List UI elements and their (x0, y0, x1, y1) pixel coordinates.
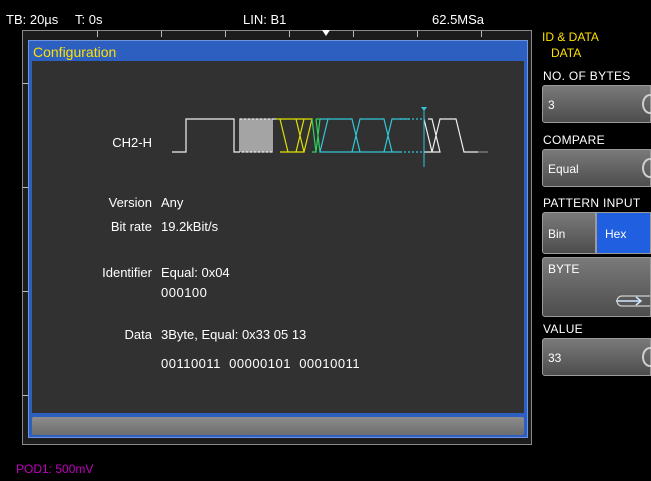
bitrate-value: 19.2kBit/s (161, 219, 219, 234)
waveform-sync-pulses (239, 118, 276, 153)
waveform-data-bytes (319, 118, 410, 153)
version-value: Any (161, 195, 184, 210)
status-bar: TB: 20µs T: 0s LIN: B1 62.5MSa (0, 0, 540, 28)
version-label: Version (108, 195, 152, 210)
timebase-readout[interactable]: TB: 20µs (6, 12, 58, 27)
value-value: 33 (548, 351, 562, 365)
arrow-right-loop-icon (616, 295, 650, 307)
softkey-sidebar: ID & DATA DATA NO. OF BYTES 3 COMPARE Eq… (540, 0, 651, 481)
dialog-footer-bar (32, 417, 524, 435)
pattern-bin-label: Bin (548, 227, 566, 241)
grid-tick (289, 31, 290, 37)
byte-button[interactable]: BYTE (542, 257, 651, 317)
waveform-crc-field (311, 118, 321, 153)
dialog-title: Configuration (33, 44, 117, 60)
grid-tick (97, 31, 98, 37)
data-label: Data (124, 327, 152, 342)
identifier-value: Equal: 0x04 (161, 265, 230, 280)
waveform-end (423, 118, 478, 153)
waveform-data-dotted (400, 118, 424, 153)
num-bytes-value: 3 (548, 98, 555, 112)
pod-status[interactable]: POD1: 500mV (16, 462, 93, 476)
rotary-knob-icon (642, 347, 651, 367)
sidebar-title: ID & DATA (542, 30, 599, 44)
trigger-source-readout[interactable]: LIN: B1 (243, 12, 286, 27)
grid-tick (225, 31, 226, 37)
bus-waveform-diagram (172, 107, 488, 167)
pattern-input-label: PATTERN INPUT (543, 196, 641, 210)
grid-tick (161, 31, 162, 37)
byte-label: BYTE (548, 262, 580, 276)
dialog-body: CH2-H Version Any Bit rate 19.2kBit/s Id… (32, 61, 524, 413)
value-button[interactable]: 33 (542, 338, 651, 376)
data-bits: 00110011 00000101 00010011 (161, 356, 361, 371)
grid-tick (481, 31, 482, 37)
grid-tick (417, 31, 418, 37)
pattern-hex-label: Hex (605, 227, 627, 241)
sidebar-subtitle: DATA (551, 46, 582, 60)
grid-tick (353, 31, 354, 37)
identifier-label: Identifier (102, 265, 152, 280)
sample-rate-readout: 62.5MSa (432, 12, 485, 27)
identifier-bits: 000100 (161, 285, 208, 300)
rotary-knob-icon (642, 158, 651, 178)
waveform-id-field (276, 118, 313, 153)
value-label: VALUE (543, 322, 583, 336)
trigger-cursor-head (421, 107, 427, 111)
compare-label: COMPARE (543, 133, 605, 147)
configuration-dialog: Configuration CH2-H Version Any Bit rate (28, 40, 528, 438)
trigger-position-marker[interactable] (322, 30, 330, 36)
num-bytes-button[interactable]: 3 (542, 85, 651, 123)
channel-label: CH2-H (112, 135, 152, 150)
waveform-idle (172, 118, 240, 153)
num-bytes-label: NO. OF BYTES (543, 69, 631, 83)
pattern-bin-option[interactable]: Bin (542, 212, 596, 254)
rotary-knob-icon (642, 94, 651, 114)
compare-button[interactable]: Equal (542, 149, 651, 187)
compare-value: Equal (548, 162, 579, 176)
data-value: 3Byte, Equal: 0x33 05 13 (161, 327, 307, 342)
bitrate-label: Bit rate (110, 219, 152, 234)
trigger-time-readout[interactable]: T: 0s (75, 12, 102, 27)
pattern-hex-option[interactable]: Hex (596, 212, 651, 254)
